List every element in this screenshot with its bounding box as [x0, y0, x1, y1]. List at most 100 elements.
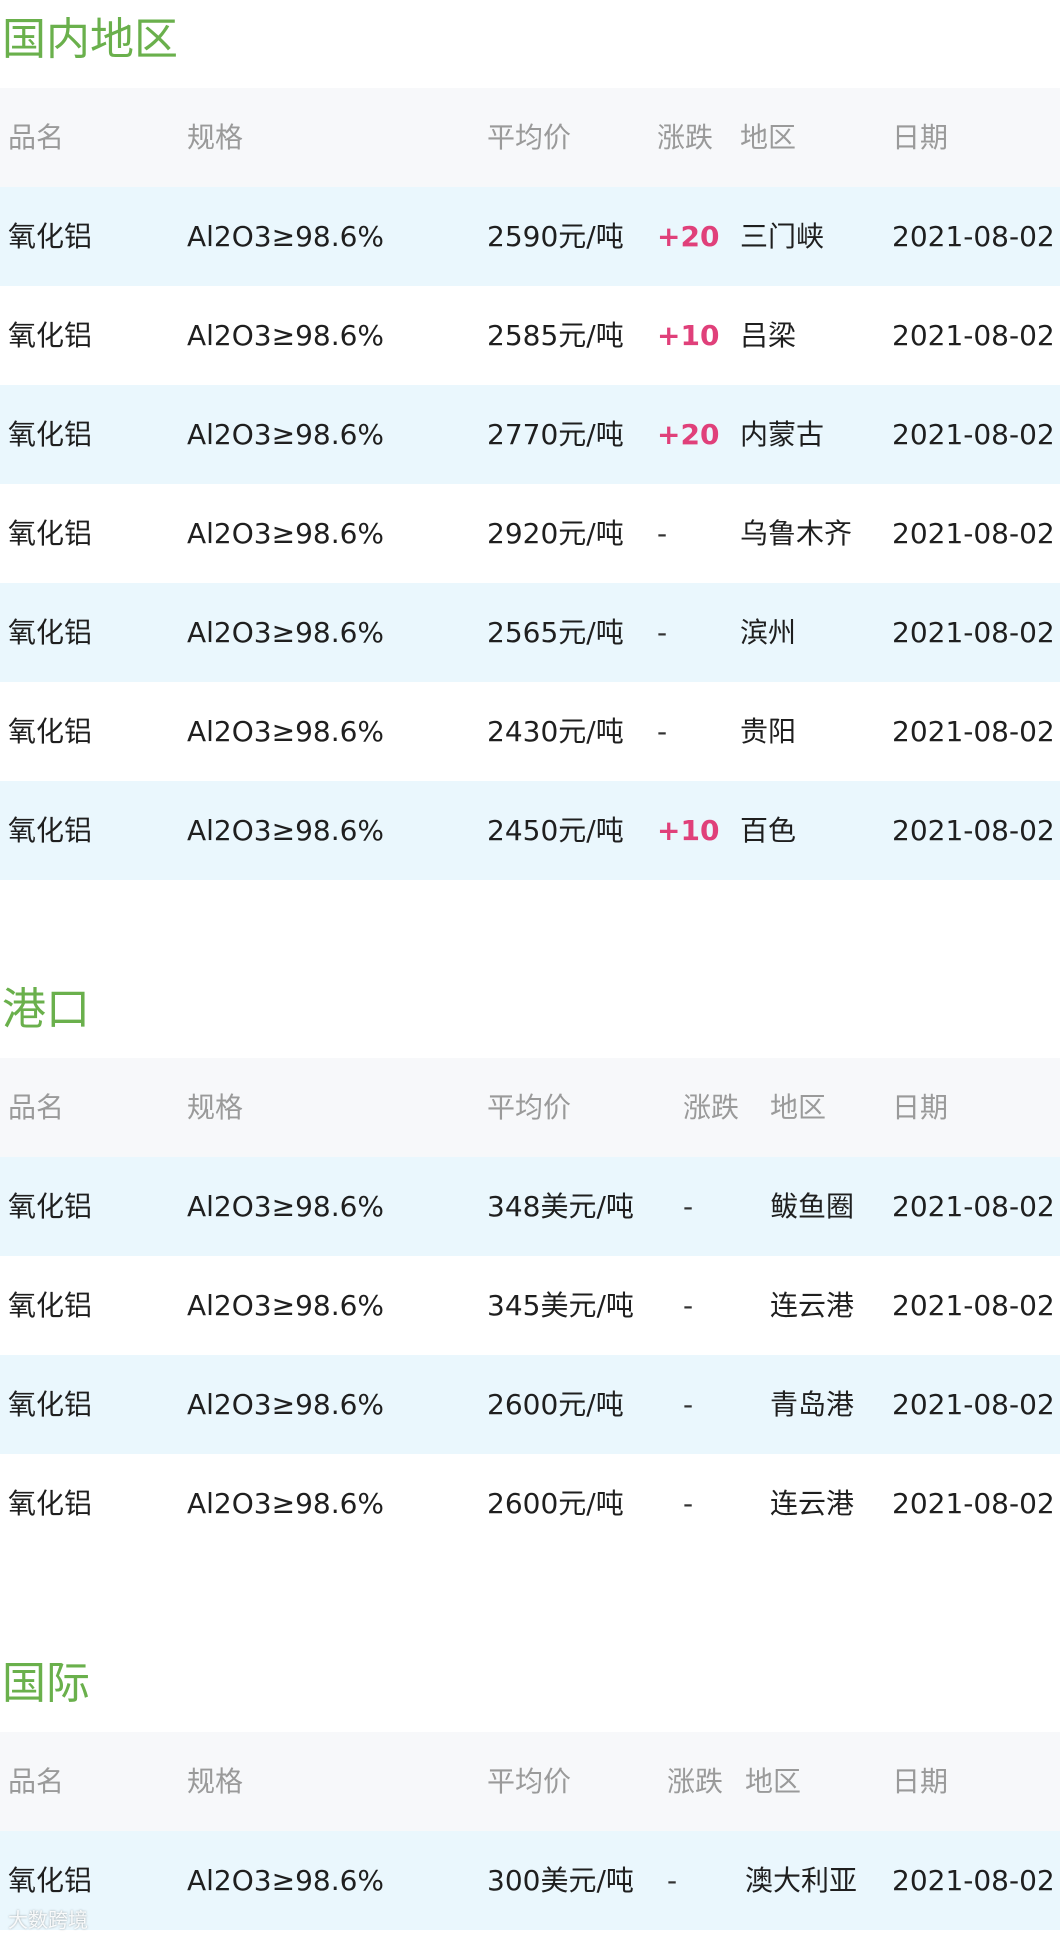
table-header: 品名 规格 平均价 涨跌 地区 日期: [0, 1058, 1060, 1157]
cell-region: 贵阳: [740, 715, 797, 748]
cell-date: 2021-08-02: [892, 715, 1055, 748]
cell-spec: Al2O3≥98.6%: [187, 1388, 385, 1421]
cell-name: 氧化铝: [8, 220, 93, 253]
cell-region: 滨州: [740, 616, 797, 649]
cell-name: 氧化铝: [8, 319, 93, 352]
cell-change: +10: [657, 814, 720, 847]
cell-date: 2021-08-02: [892, 319, 1055, 352]
cell-name: 氧化铝: [8, 1388, 93, 1421]
cell-price: 348美元/吨: [487, 1190, 634, 1223]
cell-region: 连云港: [770, 1289, 855, 1322]
cell-change: -: [683, 1289, 694, 1322]
cell-date: 2021-08-02: [892, 1487, 1055, 1520]
cell-price: 2585元/吨: [487, 319, 624, 352]
cell-price: 300美元/吨: [487, 1864, 634, 1897]
cell-spec: Al2O3≥98.6%: [187, 1289, 385, 1322]
cell-region: 青岛港: [770, 1388, 855, 1421]
cell-change: -: [657, 616, 668, 649]
cell-price: 2430元/吨: [487, 715, 624, 748]
table-row: 氧化铝 Al2O3≥98.6% 345美元/吨 - 连云港 2021-08-02: [0, 1256, 1060, 1355]
cell-spec: Al2O3≥98.6%: [187, 1864, 385, 1897]
table-row: 氧化铝 Al2O3≥98.6% 2600元/吨 - 连云港 2021-08-02: [0, 1454, 1060, 1553]
table-row: 氧化铝 Al2O3≥98.6% 2430元/吨 - 贵阳 2021-08-02: [0, 682, 1060, 781]
cell-region: 连云港: [770, 1487, 855, 1520]
cell-name: 氧化铝: [8, 1487, 93, 1520]
cell-spec: Al2O3≥98.6%: [187, 517, 385, 550]
header-date: 日期: [892, 121, 949, 154]
cell-region: 澳大利亚: [745, 1864, 858, 1897]
cell-change: -: [683, 1190, 694, 1223]
table-row: 氧化铝 Al2O3≥98.6% 2565元/吨 - 滨州 2021-08-02: [0, 583, 1060, 682]
cell-region: 吕梁: [740, 319, 797, 352]
cell-price: 2590元/吨: [487, 220, 624, 253]
header-region: 地区: [770, 1091, 827, 1124]
header-name: 品名: [8, 1765, 65, 1798]
table-row: 氧化铝 Al2O3≥98.6% 2920元/吨 - 乌鲁木齐 2021-08-02: [0, 484, 1060, 583]
domestic-section: 国内地区品名 规格 平均价 涨跌 地区 日期氧化铝 Al2O3≥98.6% 2590元/吨 +2…: [0, 0, 1060, 880]
cell-name: 氧化铝: [8, 715, 93, 748]
table-row: 氧化铝 Al2O3≥98.6% 2770元/吨 +20 内蒙古 2021-08-02: [0, 385, 1060, 484]
cell-name: 氧化铝: [8, 616, 93, 649]
header-region: 地区: [740, 121, 797, 154]
header-spec: 规格: [187, 1091, 244, 1124]
cell-change: +10: [657, 319, 720, 352]
cell-price: 2770元/吨: [487, 418, 624, 451]
cell-date: 2021-08-02: [892, 1864, 1055, 1897]
cell-spec: Al2O3≥98.6%: [187, 319, 385, 352]
cell-spec: Al2O3≥98.6%: [187, 616, 385, 649]
cell-spec: Al2O3≥98.6%: [187, 220, 385, 253]
table-row: 氧化铝 Al2O3≥98.6% 2585元/吨 +10 吕梁 2021-08-02: [0, 286, 1060, 385]
header-change: 涨跌: [667, 1765, 724, 1798]
header-region: 地区: [745, 1765, 802, 1798]
cell-name: 氧化铝: [8, 418, 93, 451]
header-price: 平均价: [487, 121, 572, 154]
cell-change: -: [667, 1864, 678, 1897]
port-section: 港口 品名 规格 平均价 涨跌 地区 日期 氧化铝 Al2O3≥98.6% 348美元/吨 - 鲅鱼圈…: [0, 970, 1060, 1553]
cell-date: 2021-08-02: [892, 1190, 1055, 1223]
header-name: 品名: [8, 121, 65, 154]
header-date: 日期: [892, 1765, 949, 1798]
cell-price: 2600元/吨: [487, 1487, 624, 1520]
cell-name: 氧化铝: [8, 517, 93, 550]
cell-change: +20: [657, 220, 720, 253]
table-row: 氧化铝 Al2O3≥98.6% 2590元/吨 +20 三门峡 2021-08-02: [0, 187, 1060, 286]
international-section: 国际 品名 规格 平均价 涨跌 地区 日期 氧化铝 Al2O3≥98.6% 300美元/吨 - 澳大利…: [0, 1644, 1060, 1930]
cell-change: -: [657, 715, 668, 748]
header-change: 涨跌: [683, 1091, 740, 1124]
cell-date: 2021-08-02: [892, 814, 1055, 847]
cell-date: 2021-08-02: [892, 220, 1055, 253]
cell-change: +20: [657, 418, 720, 451]
header-spec: 规格: [187, 121, 244, 154]
cell-price: 2600元/吨: [487, 1388, 624, 1421]
table-row: 氧化铝 Al2O3≥98.6% 2600元/吨 - 青岛港 2021-08-02: [0, 1355, 1060, 1454]
cell-region: 鲅鱼圈: [770, 1190, 855, 1223]
table-row: 氧化铝 Al2O3≥98.6% 300美元/吨 - 澳大利亚 2021-08-02: [0, 1831, 1060, 1930]
table-header: 品名 规格 平均价 涨跌 地区 日期: [0, 1732, 1060, 1831]
header-date: 日期: [892, 1091, 949, 1124]
header-name: 品名: [8, 1091, 65, 1124]
cell-spec: Al2O3≥98.6%: [187, 1487, 385, 1520]
header-change: 涨跌: [657, 121, 714, 154]
table-header: 品名 规格 平均价 涨跌 地区 日期: [0, 88, 1060, 187]
cell-region: 百色: [740, 814, 797, 847]
section-title: 国际: [2, 1658, 90, 1709]
section-title: 国内地区: [2, 14, 178, 65]
cell-spec: Al2O3≥98.6%: [187, 715, 385, 748]
cell-region: 三门峡: [740, 220, 825, 253]
cell-spec: Al2O3≥98.6%: [187, 814, 385, 847]
cell-date: 2021-08-02: [892, 517, 1055, 550]
cell-name: 氧化铝: [8, 1190, 93, 1223]
cell-price: 2565元/吨: [487, 616, 624, 649]
table-row: 氧化铝 Al2O3≥98.6% 2450元/吨 +10 百色 2021-08-02: [0, 781, 1060, 880]
cell-name: 氧化铝: [8, 814, 93, 847]
cell-spec: Al2O3≥98.6%: [187, 418, 385, 451]
cell-change: -: [683, 1487, 694, 1520]
cell-change: -: [657, 517, 668, 550]
header-price: 平均价: [487, 1765, 572, 1798]
cell-price: 2450元/吨: [487, 814, 624, 847]
cell-date: 2021-08-02: [892, 616, 1055, 649]
cell-date: 2021-08-02: [892, 1388, 1055, 1421]
cell-name: 氧化铝: [8, 1289, 93, 1322]
cell-change: -: [683, 1388, 694, 1421]
table-row: 氧化铝 Al2O3≥98.6% 348美元/吨 - 鲅鱼圈 2021-08-02: [0, 1157, 1060, 1256]
